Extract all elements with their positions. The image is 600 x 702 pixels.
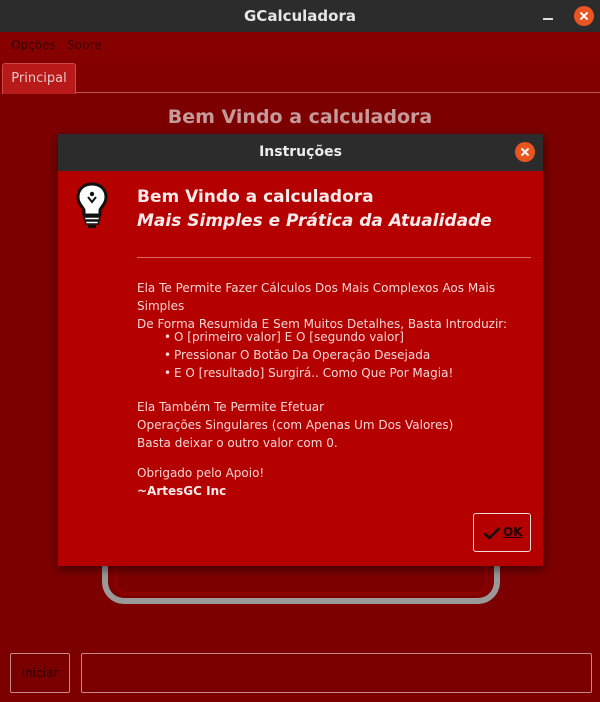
- output-field[interactable]: [81, 653, 592, 693]
- thanks-text: Obrigado pelo Apoio!: [137, 466, 265, 480]
- instructions-line: Ela Te Permite Fazer Cálculos Dos Mais C…: [137, 281, 496, 313]
- tab-divider: [76, 92, 600, 93]
- instructions-steps: O [primeiro valor] E O [segundo valor] P…: [164, 328, 453, 382]
- singular-operations-paragraph: Ela Também Te Permite Efetuar Operações …: [137, 398, 537, 452]
- start-button[interactable]: Iniciar: [10, 653, 70, 693]
- dialog-heading: Bem Vindo a calculadora: [137, 187, 374, 207]
- page-heading: Bem Vindo a calculadora: [167, 106, 433, 128]
- window-titlebar: GCalculadora: [0, 0, 600, 32]
- lightbulb-icon: [76, 182, 108, 228]
- minimize-button[interactable]: [540, 8, 556, 24]
- close-icon: [515, 142, 535, 162]
- dialog-separator: [137, 257, 531, 258]
- ok-button-label: OK: [503, 525, 523, 539]
- instructions-line: Operações Singulares (com Apenas Um Dos …: [137, 418, 454, 432]
- menu-opcoes[interactable]: Opções: [11, 38, 56, 52]
- tab-strip: Principal: [0, 60, 600, 94]
- ok-button[interactable]: OK: [473, 513, 531, 552]
- checkmark-icon: [483, 527, 501, 540]
- close-window-button[interactable]: [574, 6, 594, 26]
- dialog-subheading: Mais Simples e Prática da Atualidade: [137, 211, 492, 231]
- instruction-step: O [primeiro valor] E O [segundo valor]: [164, 328, 453, 346]
- signature-text: ~ArtesGC Inc: [137, 484, 227, 498]
- instructions-line: Basta deixar o outro valor com 0.: [137, 436, 338, 450]
- instructions-paragraph: Ela Te Permite Fazer Cálculos Dos Mais C…: [137, 279, 537, 333]
- menubar: Opções Sobre: [0, 32, 600, 60]
- menu-sobre[interactable]: Sobre: [67, 38, 102, 52]
- window-title: GCalculadora: [244, 7, 356, 25]
- dialog-titlebar: Instruções: [58, 134, 543, 171]
- instructions-dialog: Instruções Bem Vindo a calculadora Mais …: [58, 134, 543, 566]
- instruction-step: Pressionar O Botão Da Operação Desejada: [164, 346, 453, 364]
- tab-principal[interactable]: Principal: [2, 63, 76, 94]
- instructions-line: Ela Também Te Permite Efetuar: [137, 400, 325, 414]
- dialog-title: Instruções: [259, 144, 342, 160]
- close-icon: [574, 6, 594, 26]
- instruction-step: E O [resultado] Surgirá.. Como Que Por M…: [164, 364, 453, 382]
- dialog-close-button[interactable]: [515, 142, 535, 162]
- minimize-icon: [543, 18, 553, 20]
